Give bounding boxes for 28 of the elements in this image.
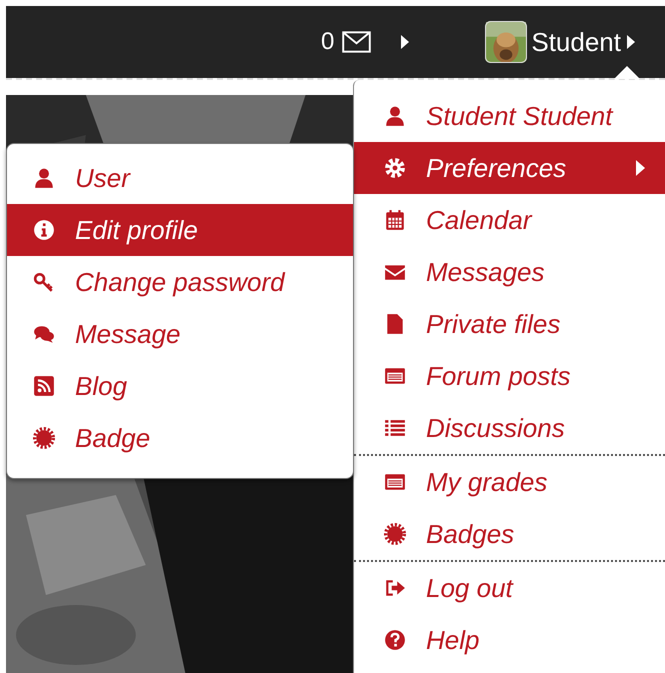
menu-item[interactable]: Log out [354, 562, 665, 614]
menu-item[interactable]: Message [7, 308, 353, 360]
caret-icon[interactable] [401, 35, 410, 49]
info-icon [33, 219, 55, 241]
menu-item[interactable]: Discussions [354, 402, 665, 454]
menu-item[interactable]: User [7, 152, 353, 204]
user-name[interactable]: Student [531, 26, 621, 58]
menu-item[interactable]: Messages [354, 246, 665, 298]
user-icon [384, 105, 406, 127]
envelope-icon[interactable] [342, 31, 372, 53]
user-icon [33, 167, 55, 189]
menu-item[interactable]: Badges [354, 508, 665, 560]
menu-item[interactable]: Forum posts [354, 350, 665, 402]
menu-item[interactable]: Badge [7, 412, 353, 464]
help-icon [384, 629, 406, 651]
calendar-icon [384, 209, 406, 231]
menu-item[interactable]: Change password [7, 256, 353, 308]
menu-item[interactable]: Preferences [354, 142, 665, 194]
caret-icon[interactable] [627, 35, 635, 49]
message-count: 0 [321, 28, 334, 56]
menu-item[interactable]: Private files [354, 298, 665, 350]
feed-icon [33, 375, 55, 397]
menu-item[interactable]: My grades [354, 456, 665, 508]
menu-item[interactable]: Student Student [354, 90, 665, 142]
menu-item[interactable]: Blog [7, 360, 353, 412]
menu-item[interactable]: Calendar [354, 194, 665, 246]
menu-item[interactable]: Edit profile [7, 204, 353, 256]
menu-item[interactable]: Help [354, 614, 665, 666]
